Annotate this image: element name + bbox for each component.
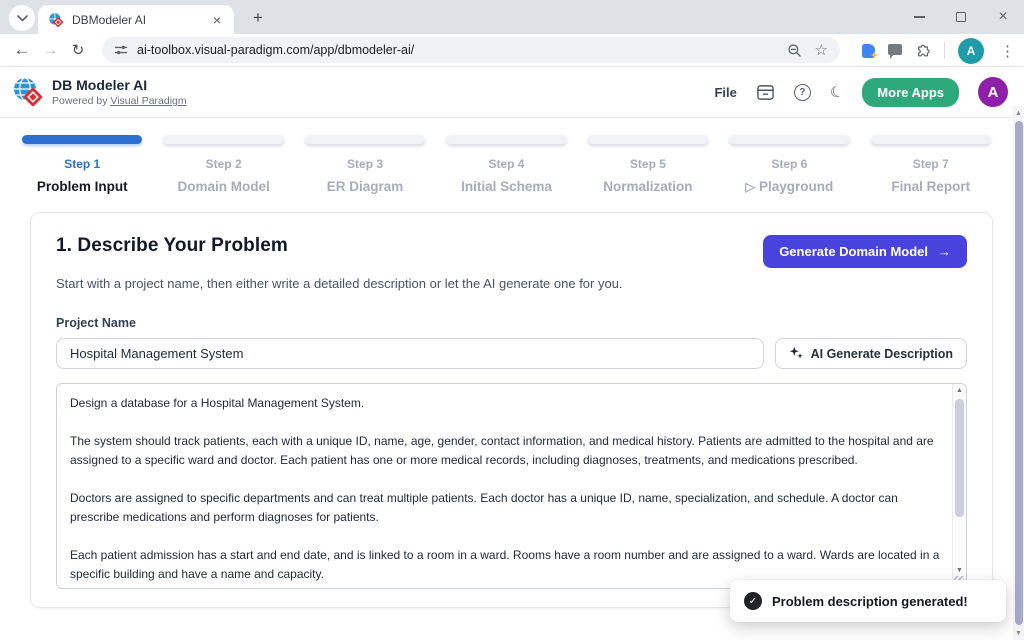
- toast-message: Problem description generated!: [772, 594, 968, 609]
- browser-profile-avatar[interactable]: A: [958, 38, 984, 64]
- textarea-scrollbar[interactable]: ▲ ▼: [952, 384, 966, 588]
- favicon-icon: [48, 12, 64, 28]
- bookmark-star-icon[interactable]: ☆: [815, 43, 828, 58]
- window-minimize-button[interactable]: [898, 0, 940, 34]
- toast-notification: ✓ Problem description generated!: [730, 580, 1006, 622]
- forward-button[interactable]: →: [36, 40, 64, 60]
- problem-input-card: 1. Describe Your Problem Generate Domain…: [30, 212, 993, 608]
- reload-button[interactable]: ↻: [64, 41, 92, 59]
- file-menu[interactable]: File: [714, 85, 736, 100]
- toolbar-separator: [944, 42, 945, 59]
- window-controls: ×: [898, 0, 1024, 34]
- check-circle-icon: ✓: [744, 592, 762, 610]
- browser-window: DBModeler AI × + × ← → ↻ ai-toolbox.visu…: [0, 0, 1024, 640]
- archive-icon[interactable]: [756, 84, 775, 101]
- tab-close-icon[interactable]: ×: [210, 12, 224, 28]
- help-icon[interactable]: ?: [794, 84, 811, 101]
- play-icon: ▷: [745, 180, 755, 194]
- step-progress-bar: [22, 135, 142, 144]
- page-scroll-up-icon[interactable]: ▲: [1013, 110, 1024, 117]
- powered-by: Powered by Visual Paradigm: [52, 95, 187, 107]
- app-header: DB Modeler AI Powered by Visual Paradigm…: [0, 67, 1024, 118]
- zoom-out-icon[interactable]: [787, 43, 802, 58]
- step-progress-bar: [588, 135, 708, 144]
- scroll-down-icon[interactable]: ▼: [953, 567, 966, 574]
- visual-paradigm-link[interactable]: Visual Paradigm: [110, 95, 186, 107]
- generate-domain-model-button[interactable]: Generate Domain Model →: [763, 235, 967, 268]
- step-tab-final-report[interactable]: Step 7 Final Report: [871, 135, 991, 194]
- more-apps-button[interactable]: More Apps: [862, 78, 959, 107]
- url-text[interactable]: ai-toolbox.visual-paradigm.com/app/dbmod…: [137, 43, 787, 57]
- browser-menu-icon[interactable]: ⋮: [997, 42, 1018, 60]
- app-name: DB Modeler AI: [52, 77, 187, 93]
- ai-generate-description-button[interactable]: AI Generate Description: [775, 338, 967, 369]
- app-title-block: DB Modeler AI Powered by Visual Paradigm: [52, 77, 187, 107]
- address-bar[interactable]: ai-toolbox.visual-paradigm.com/app/dbmod…: [102, 37, 840, 63]
- page-scrollbar[interactable]: ▲ ▼: [1013, 106, 1024, 640]
- description-area: Design a database for a Hospital Managem…: [56, 383, 967, 589]
- user-avatar[interactable]: A: [978, 77, 1008, 107]
- new-tab-button[interactable]: +: [246, 6, 270, 30]
- scroll-up-icon[interactable]: ▲: [953, 387, 966, 394]
- step-progress-bar: [163, 135, 283, 144]
- window-maximize-button[interactable]: [940, 0, 982, 34]
- textarea-scrollbar-thumb[interactable]: [955, 399, 964, 517]
- extensions-puzzle-icon[interactable]: [915, 43, 931, 59]
- step-tab-playground[interactable]: Step 6 ▷Playground: [729, 135, 849, 194]
- arrow-right-icon: →: [938, 244, 951, 259]
- step-navigation: Step 1 Problem Input Step 2 Domain Model…: [0, 119, 1013, 194]
- page-title: 1. Describe Your Problem: [56, 235, 288, 257]
- browser-tab-strip: DBModeler AI × + ×: [0, 0, 1024, 34]
- step-progress-bar: [305, 135, 425, 144]
- step-tab-initial-schema[interactable]: Step 4 Initial Schema: [446, 135, 566, 194]
- site-settings-icon[interactable]: [114, 43, 128, 57]
- browser-tab[interactable]: DBModeler AI ×: [38, 5, 234, 34]
- app-logo-icon: [12, 76, 44, 108]
- toolbar-extensions-area: ✦ A ⋮: [862, 34, 1018, 67]
- sparkles-icon: [789, 346, 804, 361]
- step-progress-bar: [729, 135, 849, 144]
- window-close-button[interactable]: ×: [982, 0, 1024, 34]
- card-subtitle: Start with a project name, then either w…: [56, 276, 967, 291]
- page-scroll-down-icon[interactable]: ▼: [1013, 630, 1024, 637]
- starred-page-extension-icon[interactable]: ✦: [862, 44, 875, 58]
- page-scrollbar-thumb[interactable]: [1015, 121, 1023, 625]
- step-tab-domain-model[interactable]: Step 2 Domain Model: [163, 135, 283, 194]
- back-button[interactable]: ←: [8, 40, 36, 60]
- step-tab-problem-input[interactable]: Step 1 Problem Input: [22, 135, 142, 194]
- project-name-label: Project Name: [56, 316, 967, 330]
- tab-title: DBModeler AI: [72, 13, 210, 27]
- project-name-input[interactable]: [56, 338, 764, 369]
- comment-icon[interactable]: [888, 44, 902, 55]
- step-tab-er-diagram[interactable]: Step 3 ER Diagram: [305, 135, 425, 194]
- step-progress-bar: [871, 135, 991, 144]
- dark-mode-moon-icon[interactable]: ☾: [827, 81, 845, 102]
- tab-search-chevron-icon[interactable]: [9, 5, 35, 31]
- step-tab-normalization[interactable]: Step 5 Normalization: [588, 135, 708, 194]
- app-content: Step 1 Problem Input Step 2 Domain Model…: [0, 119, 1013, 640]
- problem-description-textarea[interactable]: Design a database for a Hospital Managem…: [56, 383, 967, 589]
- step-progress-bar: [446, 135, 566, 144]
